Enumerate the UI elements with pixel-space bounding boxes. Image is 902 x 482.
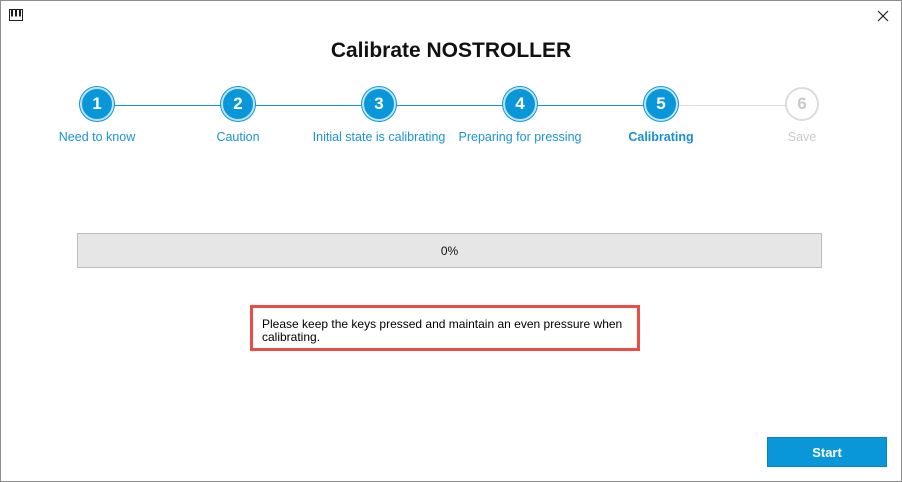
step-label: Caution bbox=[216, 130, 260, 144]
step-6: 6 Save bbox=[722, 87, 882, 144]
progress-percent: 0% bbox=[440, 243, 459, 258]
start-button[interactable]: Start bbox=[767, 437, 887, 467]
step-label: Initial state is calibrating bbox=[312, 130, 446, 144]
calibration-progress-bar: 0% bbox=[77, 233, 822, 268]
step-label: Need to know bbox=[58, 130, 136, 144]
calibration-notice: Please keep the keys pressed and maintai… bbox=[252, 307, 638, 349]
step-label: Preparing for pressing bbox=[458, 130, 582, 144]
close-icon bbox=[877, 10, 889, 22]
step-circle: 2 bbox=[221, 87, 255, 121]
step-circle: 4 bbox=[503, 87, 537, 121]
dialog-title: Calibrate NOSTROLLER bbox=[330, 39, 572, 62]
step-label: Save bbox=[787, 130, 817, 144]
step-2: 2 Caution bbox=[158, 87, 318, 144]
step-circle: 1 bbox=[80, 87, 114, 121]
step-circle: 6 bbox=[785, 87, 819, 121]
piano-keys-icon bbox=[9, 8, 23, 21]
step-circle: 3 bbox=[362, 87, 396, 121]
step-1: 1 Need to know bbox=[17, 87, 177, 144]
step-4: 4 Preparing for pressing bbox=[440, 87, 600, 144]
step-5: 5 Calibrating bbox=[581, 87, 741, 144]
step-circle: 5 bbox=[644, 87, 678, 121]
step-3: 3 Initial state is calibrating bbox=[299, 87, 459, 144]
close-button[interactable] bbox=[869, 3, 897, 29]
step-label: Calibrating bbox=[628, 130, 694, 144]
step-indicator: 1 Need to know 2 Caution 3 Initial state… bbox=[1, 87, 901, 157]
calibration-dialog: Calibrate NOSTROLLER 1 Need to know 2 Ca… bbox=[0, 0, 902, 482]
